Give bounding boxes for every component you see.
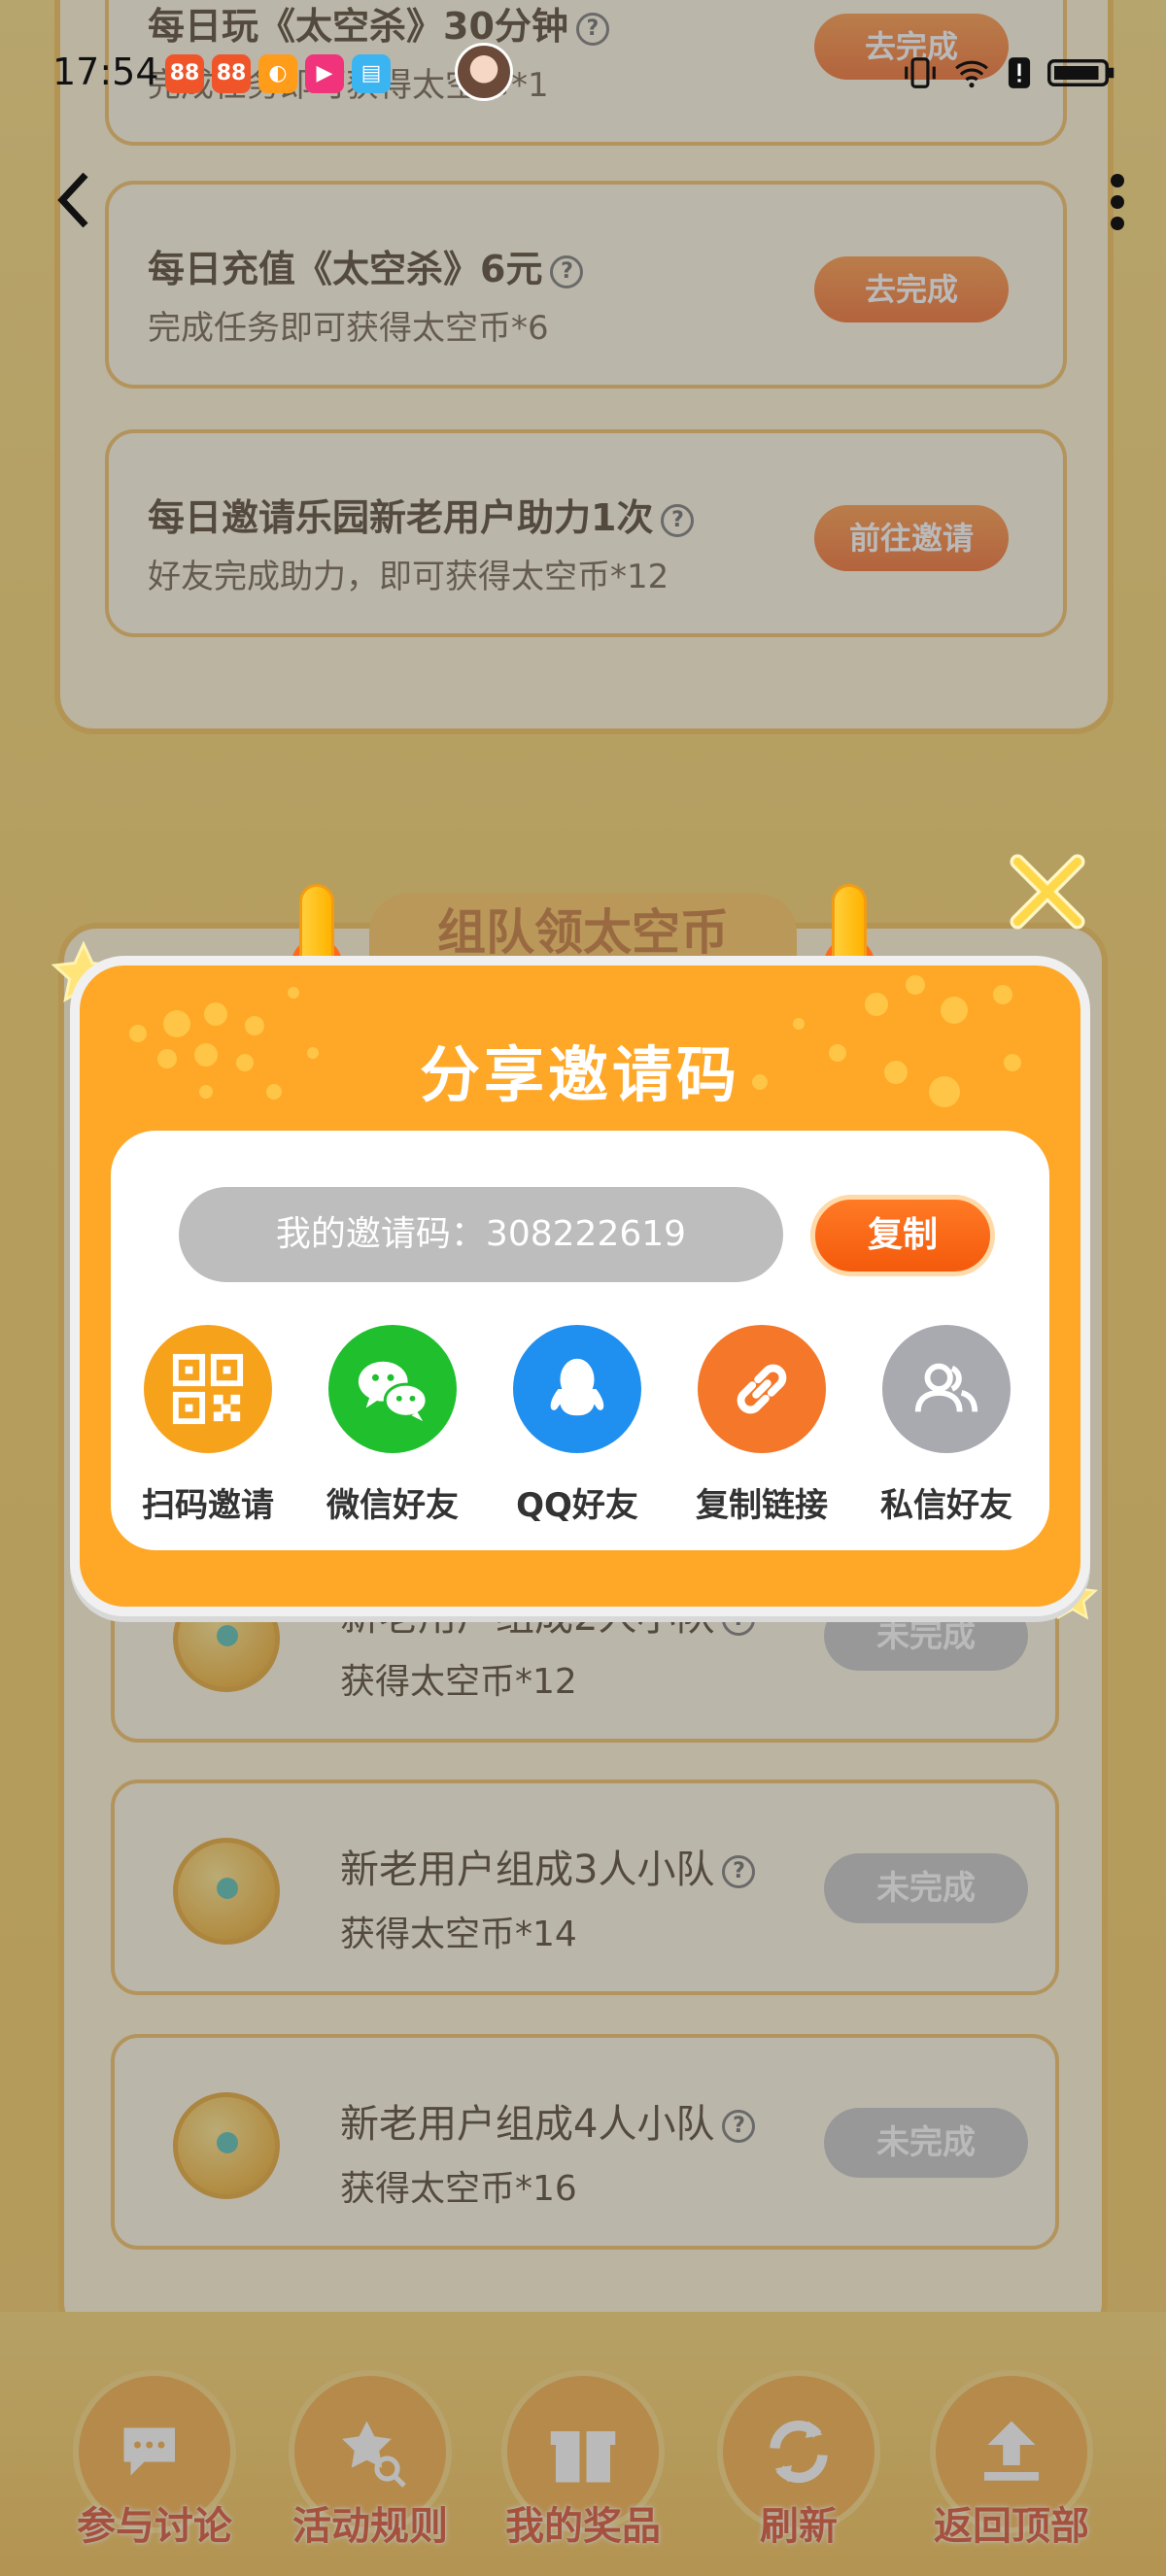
app-icon: ▶ [305, 54, 344, 93]
link-icon [737, 1364, 787, 1414]
wifi-icon [955, 60, 988, 88]
avatar [455, 43, 513, 101]
qr-code-icon [172, 1353, 244, 1425]
share-copy-link[interactable]: 复制链接 [674, 1325, 849, 1526]
share-label: 扫码邀请 [142, 1486, 274, 1525]
more-icon[interactable] [1108, 173, 1127, 231]
status-time: 17:54 [52, 51, 159, 93]
app-icon: 88 [212, 54, 251, 93]
share-invite-modal: 分享邀请码 我的邀请码：308222619 复制 扫码邀请 微信好友 QQ好友 [70, 956, 1090, 1616]
share-label: 复制链接 [696, 1486, 828, 1525]
qq-penguin-icon [550, 1358, 604, 1416]
back-icon[interactable] [54, 171, 93, 229]
invite-code-display: 我的邀请码：308222619 [179, 1187, 783, 1282]
battery-icon [1047, 59, 1115, 86]
copy-code-button[interactable]: 复制 [810, 1195, 995, 1276]
status-bar: 17:54 88 88 ◐ ▶ ▤ [0, 39, 1166, 107]
modal-content: 我的邀请码：308222619 复制 扫码邀请 微信好友 QQ好友 复制链接 私… [111, 1131, 1049, 1550]
modal-title: 分享邀请码 [419, 1039, 740, 1110]
share-wechat[interactable]: 微信好友 [305, 1325, 480, 1526]
share-label: 微信好友 [326, 1486, 459, 1525]
share-scan-qr[interactable]: 扫码邀请 [120, 1325, 295, 1526]
alert-icon [1008, 57, 1031, 88]
close-icon[interactable] [1005, 849, 1090, 934]
app-icon: ▤ [352, 54, 391, 93]
users-icon [914, 1363, 978, 1412]
app-icon: ◐ [258, 54, 297, 93]
share-qq[interactable]: QQ好友 [490, 1325, 665, 1526]
share-private-message[interactable]: 私信好友 [859, 1325, 1034, 1526]
share-label: 私信好友 [880, 1486, 1012, 1525]
vibrate-icon [905, 57, 936, 88]
share-label: QQ好友 [516, 1486, 638, 1525]
app-icon: 88 [165, 54, 204, 93]
wechat-icon [358, 1361, 429, 1422]
